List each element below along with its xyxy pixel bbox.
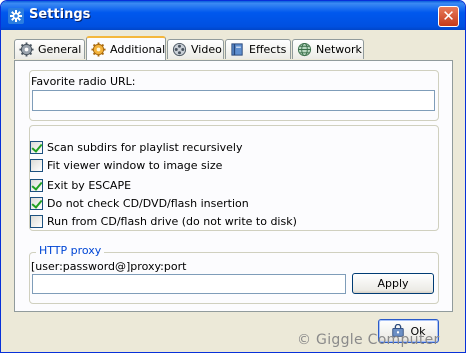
title-bar[interactable]: Settings ✕	[1, 1, 465, 30]
radio-url-label: Favorite radio URL:	[31, 75, 136, 88]
option-scan-subdirs[interactable]: Scan subdirs for playlist recursively	[30, 139, 243, 155]
additional-tab-panel: Favorite radio URL: Scan subdirs for pla…	[14, 60, 453, 312]
close-icon: ✕	[442, 7, 455, 25]
tab-network[interactable]: Network	[292, 39, 364, 59]
watermark-text: © Giggle Computer	[297, 332, 440, 348]
tab-label: Network	[316, 43, 362, 56]
option-label: Fit viewer window to image size	[47, 158, 223, 172]
book-icon	[231, 43, 243, 56]
tab-general[interactable]: General	[14, 39, 85, 59]
checkbox-unchecked[interactable]	[30, 158, 43, 172]
checkbox-unchecked[interactable]	[30, 214, 43, 228]
tab-label: General	[38, 43, 82, 56]
apply-button[interactable]: Apply	[352, 273, 434, 294]
close-button[interactable]: ✕	[438, 6, 459, 27]
tab-label: Additional	[110, 42, 166, 56]
globe-icon	[297, 42, 312, 57]
checkbox-checked[interactable]	[30, 196, 43, 210]
tab-video[interactable]: Video	[167, 39, 224, 59]
tab-effects[interactable]: Effects	[225, 39, 291, 59]
tab-label: Video	[191, 43, 222, 56]
checkbox-checked[interactable]	[30, 178, 43, 192]
tab-additional[interactable]: Additional	[86, 36, 166, 60]
app-icon	[8, 8, 24, 24]
option-label: Exit by ESCAPE	[47, 178, 132, 192]
window-title: Settings	[29, 7, 91, 22]
sun-gear-icon	[91, 41, 106, 57]
option-no-cd-check[interactable]: Do not check CD/DVD/flash insertion	[30, 195, 249, 211]
option-fit-viewer[interactable]: Fit viewer window to image size	[30, 157, 222, 173]
checkbox-checked[interactable]	[30, 140, 43, 154]
http-proxy-legend: HTTP proxy	[36, 244, 105, 257]
option-label: Scan subdirs for playlist recursively	[47, 140, 243, 154]
option-run-from-cd[interactable]: Run from CD/flash drive (do not write to…	[30, 213, 297, 229]
apply-button-label: Apply	[377, 277, 409, 290]
option-label: Do not check CD/DVD/flash insertion	[47, 196, 249, 210]
option-exit-by-escape[interactable]: Exit by ESCAPE	[30, 177, 131, 193]
radio-url-input[interactable]	[32, 90, 435, 111]
gear-icon	[19, 42, 34, 57]
proxy-format-hint: [user:password@]proxy:port	[31, 260, 187, 273]
option-label: Run from CD/flash drive (do not write to…	[47, 214, 297, 228]
settings-window: Settings ✕ General Additional Video Effe…	[0, 0, 466, 353]
proxy-input[interactable]	[32, 274, 346, 294]
tab-label: Effects	[249, 43, 287, 56]
film-reel-icon	[172, 42, 187, 57]
